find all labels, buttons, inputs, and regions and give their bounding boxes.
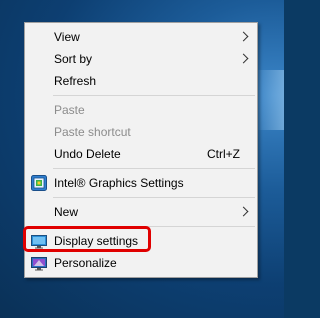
- chevron-right-icon: [238, 206, 249, 217]
- menu-item-shortcut: Ctrl+Z: [207, 147, 240, 161]
- menu-item-personalize[interactable]: Personalize: [25, 252, 257, 274]
- chevron-right-icon: [238, 53, 249, 64]
- menu-item-label: New: [54, 205, 79, 219]
- menu-item-label: View: [54, 30, 80, 44]
- menu-item-undo-delete[interactable]: Undo Delete Ctrl+Z: [25, 143, 257, 165]
- menu-item-label: Paste shortcut: [54, 125, 131, 139]
- menu-item-label: Paste: [54, 103, 85, 117]
- menu-separator: [53, 168, 255, 169]
- menu-item-label: Undo Delete: [54, 147, 121, 161]
- menu-separator: [53, 95, 255, 96]
- menu-item-paste[interactable]: Paste: [25, 99, 257, 121]
- menu-item-label: Intel® Graphics Settings: [54, 176, 184, 190]
- menu-item-label: Sort by: [54, 52, 93, 66]
- chevron-right-icon: [238, 31, 249, 42]
- menu-item-intel-graphics-settings[interactable]: Intel® Graphics Settings: [25, 172, 257, 194]
- menu-item-label: Personalize: [54, 256, 117, 270]
- personalize-icon: [31, 255, 47, 271]
- menu-item-label: Refresh: [54, 74, 97, 88]
- intel-graphics-icon: [31, 175, 47, 191]
- menu-item-view[interactable]: View: [25, 26, 257, 48]
- menu-item-refresh[interactable]: Refresh: [25, 70, 257, 92]
- menu-item-sort-by[interactable]: Sort by: [25, 48, 257, 70]
- menu-separator: [53, 197, 255, 198]
- wallpaper-light-streak: [254, 70, 284, 130]
- menu-item-new[interactable]: New: [25, 201, 257, 223]
- menu-item-paste-shortcut[interactable]: Paste shortcut: [25, 121, 257, 143]
- highlight-annotation-box: [23, 226, 151, 252]
